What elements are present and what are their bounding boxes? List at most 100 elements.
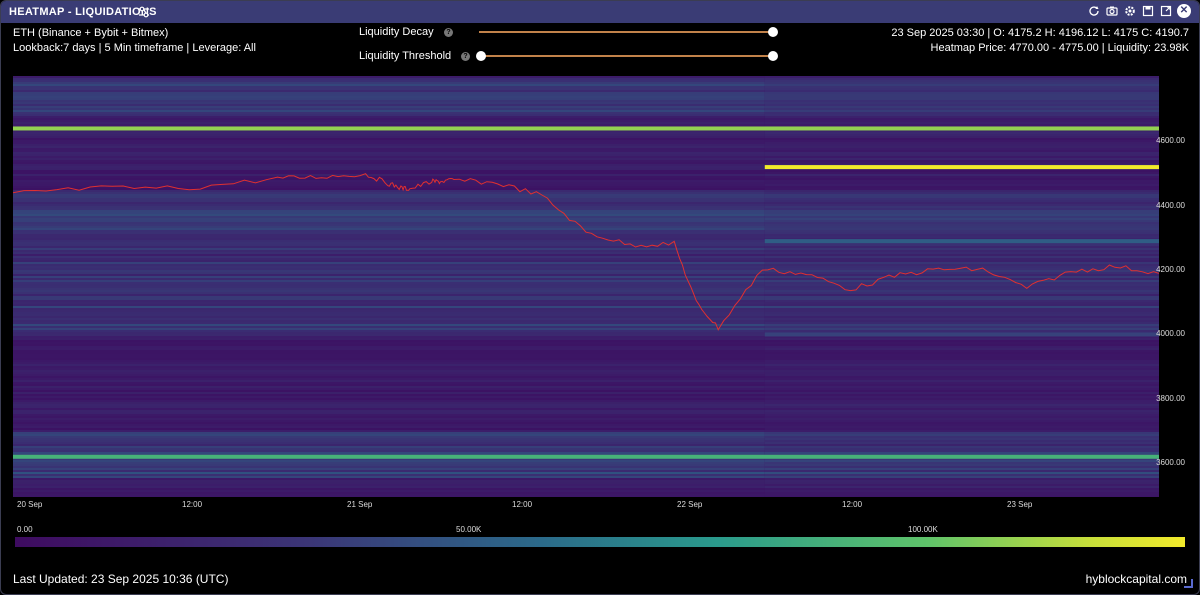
heatmap-band (13, 336, 765, 338)
heatmap-band (13, 96, 765, 98)
heatmap-band (764, 106, 1159, 108)
heatmap-band (13, 82, 765, 84)
heatmap-band (13, 176, 765, 178)
settings-icon[interactable] (1123, 4, 1137, 18)
threshold-max-knob[interactable] (768, 51, 778, 61)
heatmap-band (13, 248, 765, 250)
heatmap-band (13, 240, 765, 242)
heatmap-band (13, 94, 765, 96)
heatmap-band (13, 472, 765, 474)
liquidity-threshold-slider[interactable] (476, 51, 778, 61)
heatmap-band (13, 158, 765, 160)
heatmap-band (13, 250, 765, 252)
heatmap-band (764, 160, 1159, 162)
heatmap-band (764, 132, 1159, 134)
heatmap-band (764, 138, 1159, 140)
heatmap-band (13, 430, 765, 432)
heatmap-band (13, 252, 765, 254)
filter-icon[interactable] (137, 5, 151, 19)
heatmap-band (13, 162, 765, 164)
heatmap-band (13, 262, 765, 264)
heatmap-band (764, 358, 1159, 360)
heatmap-band (764, 226, 1159, 228)
heatmap-band (13, 392, 765, 394)
heatmap-band (764, 184, 1159, 186)
heatmap-band (764, 214, 1159, 216)
heatmap-band (764, 312, 1159, 314)
heatmap-band (764, 80, 1159, 82)
save-icon[interactable] (1141, 4, 1155, 18)
heatmap-band (764, 410, 1159, 412)
camera-icon[interactable] (1105, 4, 1119, 18)
heatmap-band (764, 254, 1159, 256)
heatmap-band (764, 368, 1159, 370)
heatmap-band (13, 452, 765, 454)
heatmap-band (13, 406, 765, 408)
heatmap-band (13, 450, 765, 452)
liquidity-decay-label: Liquidity Decay (359, 26, 434, 38)
y-tick-label: 3600.00 (1156, 458, 1185, 468)
heatmap-band (13, 398, 765, 400)
heatmap-band (764, 292, 1159, 294)
threshold-min-knob[interactable] (476, 51, 486, 61)
heatmap-band (764, 376, 1159, 378)
heatmap-band (764, 282, 1159, 284)
heatmap-band (13, 350, 765, 352)
heatmap-band (764, 470, 1159, 472)
close-icon[interactable]: ✕ (1177, 4, 1191, 18)
heatmap-band (13, 410, 765, 412)
heatmap-band (13, 384, 765, 386)
heatmap-band (764, 408, 1159, 410)
heatmap-band (764, 472, 1159, 474)
help-icon[interactable]: ? (444, 28, 453, 37)
heatmap-band (13, 280, 765, 282)
heatmap-band (13, 304, 765, 306)
window-titlebar: HEATMAP - LIQUIDATIONS ✕ (1, 1, 1199, 23)
heatmap-band (764, 154, 1159, 156)
liquidity-decay-slider[interactable] (479, 27, 778, 37)
heatmap-band (764, 398, 1159, 400)
heatmap-band (13, 296, 765, 298)
decay-slider-knob[interactable] (768, 27, 778, 37)
heatmap-band (13, 476, 765, 478)
heatmap-band (13, 174, 765, 176)
heatmap-band (13, 206, 765, 208)
heatmap-band (13, 310, 765, 312)
heatmap-band (764, 468, 1159, 470)
heatmap-band (13, 238, 765, 240)
heatmap-band (764, 264, 1159, 266)
heatmap-band (764, 218, 1159, 220)
heatmap-band (13, 342, 765, 344)
x-tick-label: 12:00 (842, 500, 863, 509)
heatmap-band (13, 480, 765, 482)
heatmap-price-info: Heatmap Price: 4770.00 - 4775.00 | Liqui… (930, 42, 1189, 54)
heatmap-band (13, 366, 765, 368)
heatmap-band (764, 250, 1159, 252)
heatmap-band (13, 78, 765, 80)
heatmap-band (764, 378, 1159, 380)
heatmap-band (764, 246, 1159, 248)
heatmap-band (13, 216, 765, 218)
expand-icon[interactable] (1159, 4, 1173, 18)
heatmap-band (764, 198, 1159, 200)
heatmap-band (13, 298, 765, 300)
resize-handle-icon[interactable] (1184, 579, 1193, 588)
heatmap-band (764, 350, 1159, 352)
heatmap-band (764, 94, 1159, 96)
heatmap-band (764, 392, 1159, 394)
heatmap-band (13, 460, 765, 462)
heatmap-band (13, 194, 765, 196)
x-tick-label: 21 Sep (347, 500, 373, 509)
liquidation-heatmap[interactable] (13, 76, 1159, 497)
heatmap-band (13, 390, 765, 392)
heatmap-band (764, 186, 1159, 188)
heatmap-band (13, 442, 765, 444)
heatmap-band (13, 108, 765, 110)
heatmap-band (764, 372, 1159, 374)
heatmap-band (764, 304, 1159, 306)
refresh-icon[interactable] (1087, 4, 1101, 18)
heatmap-band (13, 210, 765, 212)
heatmap-band (764, 318, 1159, 320)
heatmap-band (764, 194, 1159, 196)
help-icon[interactable]: ? (461, 52, 470, 61)
